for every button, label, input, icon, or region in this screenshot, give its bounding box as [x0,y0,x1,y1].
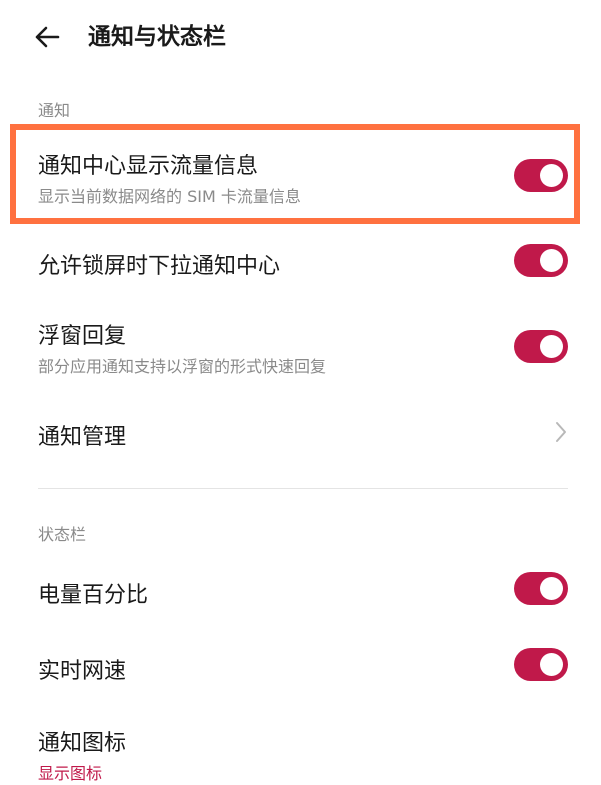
row-notify-icons-subtitle: 显示图标 [38,764,103,783]
section-label-statusbar: 状态栏 [38,525,87,544]
highlight-box [10,124,580,224]
lockscreen-pull-toggle[interactable] [514,244,568,277]
row-lockscreen-pull-title: 允许锁屏时下拉通知中心 [38,254,281,279]
row-float-reply-title: 浮窗回复 [38,324,127,349]
net-speed-toggle[interactable] [514,648,568,681]
row-lockscreen-pull[interactable]: 允许锁屏时下拉通知中心 [0,230,601,290]
row-notify-icons[interactable]: 通知图标 显示图标 [0,708,601,785]
row-notify-manage[interactable]: 通知管理 [0,402,601,462]
toggle-knob [540,249,563,272]
row-net-speed-title: 实时网速 [38,659,127,684]
row-notify-manage-title: 通知管理 [38,425,127,450]
toggle-knob [540,335,563,358]
page-title: 通知与状态栏 [88,24,226,50]
row-float-reply[interactable]: 浮窗回复 部分应用通知支持以浮窗的形式快速回复 [0,300,601,388]
section-label-notification: 通知 [38,101,71,120]
chevron-right-icon [556,422,566,442]
row-battery-percent-title: 电量百分比 [38,583,149,608]
row-float-reply-subtitle: 部分应用通知支持以浮窗的形式快速回复 [38,357,327,376]
row-battery-percent[interactable]: 电量百分比 [0,560,601,620]
section-divider [38,488,568,489]
toggle-knob [540,653,563,676]
float-reply-toggle[interactable] [514,330,568,363]
battery-percent-toggle[interactable] [514,572,568,605]
row-notify-icons-title: 通知图标 [38,731,127,756]
back-arrow-icon[interactable] [30,20,64,54]
row-net-speed[interactable]: 实时网速 [0,636,601,696]
header: 通知与状态栏 [0,0,601,80]
toggle-knob [540,577,563,600]
